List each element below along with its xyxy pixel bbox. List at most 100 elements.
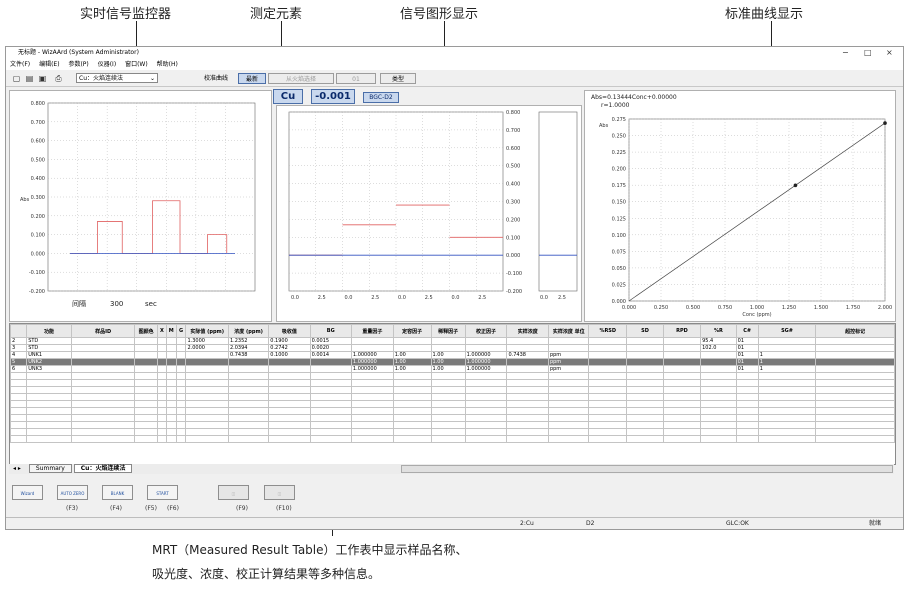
curve-number-field[interactable]: 01: [336, 73, 376, 84]
table-cell[interactable]: [392, 344, 432, 352]
column-header[interactable]: 实样浓度: [506, 324, 549, 338]
table-cell[interactable]: [26, 372, 72, 380]
table-cell[interactable]: [9, 435, 28, 443]
table-cell[interactable]: 1.000000: [350, 351, 394, 359]
table-cell[interactable]: [662, 421, 702, 429]
table-cell[interactable]: [227, 372, 270, 380]
column-header[interactable]: 实样浓度 单位: [547, 324, 590, 338]
table-cell[interactable]: 1.000000: [464, 358, 508, 366]
column-header[interactable]: X: [156, 324, 167, 338]
menu-edit[interactable]: 编辑(E): [39, 61, 59, 68]
table-cell[interactable]: [227, 421, 270, 429]
table-cell[interactable]: [588, 372, 628, 380]
table-cell[interactable]: 1.00: [430, 365, 466, 373]
table-cell[interactable]: [268, 372, 311, 380]
table-cell[interactable]: [268, 435, 311, 443]
table-cell[interactable]: [430, 393, 466, 401]
table-cell[interactable]: [9, 428, 28, 436]
table-cell[interactable]: [185, 421, 229, 429]
menu-instrument[interactable]: 仪器(I): [98, 61, 116, 68]
table-cell[interactable]: 102.0: [700, 344, 737, 352]
table-cell[interactable]: [70, 393, 136, 401]
table-cell[interactable]: [430, 386, 466, 394]
table-cell[interactable]: [165, 358, 177, 366]
menu-help[interactable]: 帮助(H): [157, 61, 178, 68]
table-cell[interactable]: [430, 428, 466, 436]
table-cell[interactable]: [165, 393, 177, 401]
table-cell[interactable]: [70, 421, 136, 429]
table-cell[interactable]: [268, 400, 311, 408]
tab-cu-flame[interactable]: Cu：火焰连续法: [73, 464, 133, 473]
table-cell[interactable]: [70, 414, 136, 422]
column-header[interactable]: 重量因子: [350, 324, 394, 338]
table-cell[interactable]: [757, 435, 817, 443]
table-cell[interactable]: [185, 400, 229, 408]
table-cell[interactable]: [547, 379, 590, 387]
table-cell[interactable]: [309, 421, 352, 429]
table-cell[interactable]: [626, 414, 664, 422]
table-cell[interactable]: [662, 351, 702, 359]
table-cell[interactable]: [70, 351, 136, 359]
table-cell[interactable]: [464, 435, 508, 443]
table-cell[interactable]: [430, 344, 466, 352]
table-cell[interactable]: 5: [9, 358, 28, 366]
table-cell[interactable]: [227, 435, 270, 443]
table-cell[interactable]: [185, 351, 229, 359]
table-cell[interactable]: [134, 400, 158, 408]
table-cell[interactable]: [700, 407, 737, 415]
table-cell[interactable]: [350, 379, 394, 387]
table-cell[interactable]: [175, 365, 187, 373]
table-cell[interactable]: 1.00: [392, 351, 432, 359]
column-header[interactable]: 定容因子: [392, 324, 432, 338]
table-cell[interactable]: 1.000000: [350, 358, 394, 366]
table-row[interactable]: 2 STD 1.3000 1.2352 0.1900 0.0015 95.4 01: [9, 337, 895, 345]
table-cell[interactable]: [626, 358, 664, 366]
table-cell[interactable]: [547, 386, 590, 394]
table-cell[interactable]: [70, 435, 136, 443]
table-cell[interactable]: [392, 435, 432, 443]
table-cell[interactable]: [588, 379, 628, 387]
table-cell[interactable]: 1.000000: [464, 365, 508, 373]
table-cell[interactable]: [662, 358, 702, 366]
table-cell[interactable]: [70, 344, 136, 352]
table-cell[interactable]: 0.1900: [268, 337, 311, 345]
auto-zero-button[interactable]: AUTO ZERO: [57, 485, 88, 500]
table-cell[interactable]: [309, 372, 352, 380]
table-cell[interactable]: [392, 386, 432, 394]
table-cell[interactable]: [662, 337, 702, 345]
table-cell[interactable]: [134, 421, 158, 429]
table-cell[interactable]: [309, 435, 352, 443]
table-cell[interactable]: [175, 421, 187, 429]
table-cell[interactable]: [392, 407, 432, 415]
table-cell[interactable]: [506, 386, 549, 394]
f9-button[interactable]: ◫: [218, 485, 249, 500]
table-cell[interactable]: [735, 379, 759, 387]
column-header[interactable]: 样品ID: [70, 324, 136, 338]
table-cell[interactable]: [185, 372, 229, 380]
table-cell[interactable]: [9, 393, 28, 401]
table-cell[interactable]: 0.0015: [309, 337, 352, 345]
table-cell[interactable]: [757, 414, 817, 422]
table-cell[interactable]: [156, 372, 167, 380]
table-cell[interactable]: [175, 386, 187, 394]
table-cell[interactable]: [626, 379, 664, 387]
table-cell[interactable]: 1: [757, 358, 817, 366]
table-cell[interactable]: [662, 379, 702, 387]
table-cell[interactable]: [309, 414, 352, 422]
column-header[interactable]: 功能: [26, 324, 72, 338]
table-cell[interactable]: [757, 337, 817, 345]
select-from-flame-button[interactable]: 从火焰选择: [268, 73, 334, 84]
table-cell[interactable]: [700, 400, 737, 408]
table-cell[interactable]: [626, 351, 664, 359]
table-cell[interactable]: [547, 344, 590, 352]
table-cell[interactable]: [506, 421, 549, 429]
table-cell[interactable]: [430, 435, 466, 443]
latest-button[interactable]: 最新: [238, 73, 266, 84]
table-cell[interactable]: [662, 407, 702, 415]
table-cell[interactable]: [134, 435, 158, 443]
table-cell[interactable]: [70, 407, 136, 415]
table-cell[interactable]: [134, 337, 158, 345]
table-cell[interactable]: [392, 428, 432, 436]
table-cell[interactable]: [464, 344, 508, 352]
table-cell[interactable]: 0.0014: [309, 351, 352, 359]
